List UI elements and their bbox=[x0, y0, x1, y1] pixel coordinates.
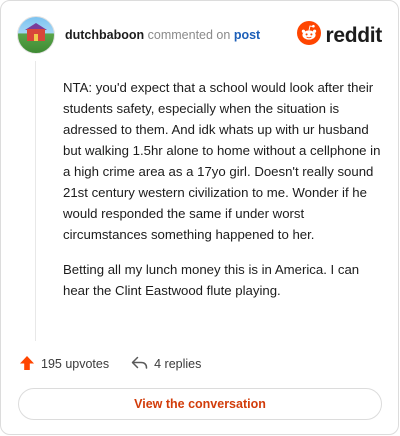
comment-paragraph: Betting all my lunch money this is in Am… bbox=[63, 262, 360, 298]
comment-card: dutchbaboon commented on post reddit NTA… bbox=[0, 0, 399, 435]
replies-count: 4 replies bbox=[154, 357, 202, 371]
reddit-logo-icon bbox=[297, 21, 322, 50]
upvote-count: 195 upvotes bbox=[41, 357, 110, 371]
post-link[interactable]: post bbox=[234, 28, 260, 42]
byline: dutchbaboon commented on post bbox=[65, 27, 260, 43]
reply-arrow-icon bbox=[131, 355, 148, 374]
avatar[interactable] bbox=[17, 16, 55, 54]
comment-paragraph: NTA: you'd expect that a school would lo… bbox=[63, 80, 381, 242]
upvote-button[interactable]: 195 upvotes bbox=[19, 355, 109, 374]
action-text: commented on bbox=[147, 28, 231, 42]
thread-line bbox=[35, 61, 36, 341]
comment-body: NTA: you'd expect that a school would lo… bbox=[63, 77, 385, 315]
upvote-arrow-icon bbox=[19, 355, 35, 374]
view-conversation-button[interactable]: View the conversation bbox=[18, 388, 382, 420]
username[interactable]: dutchbaboon bbox=[65, 28, 144, 42]
reddit-wordmark: reddit bbox=[325, 23, 382, 47]
comment-header: dutchbaboon commented on post reddit bbox=[17, 15, 382, 55]
reddit-brand[interactable]: reddit bbox=[297, 21, 382, 50]
comment-actions: 195 upvotes 4 replies bbox=[19, 353, 201, 375]
replies-button[interactable]: 4 replies bbox=[131, 355, 201, 374]
